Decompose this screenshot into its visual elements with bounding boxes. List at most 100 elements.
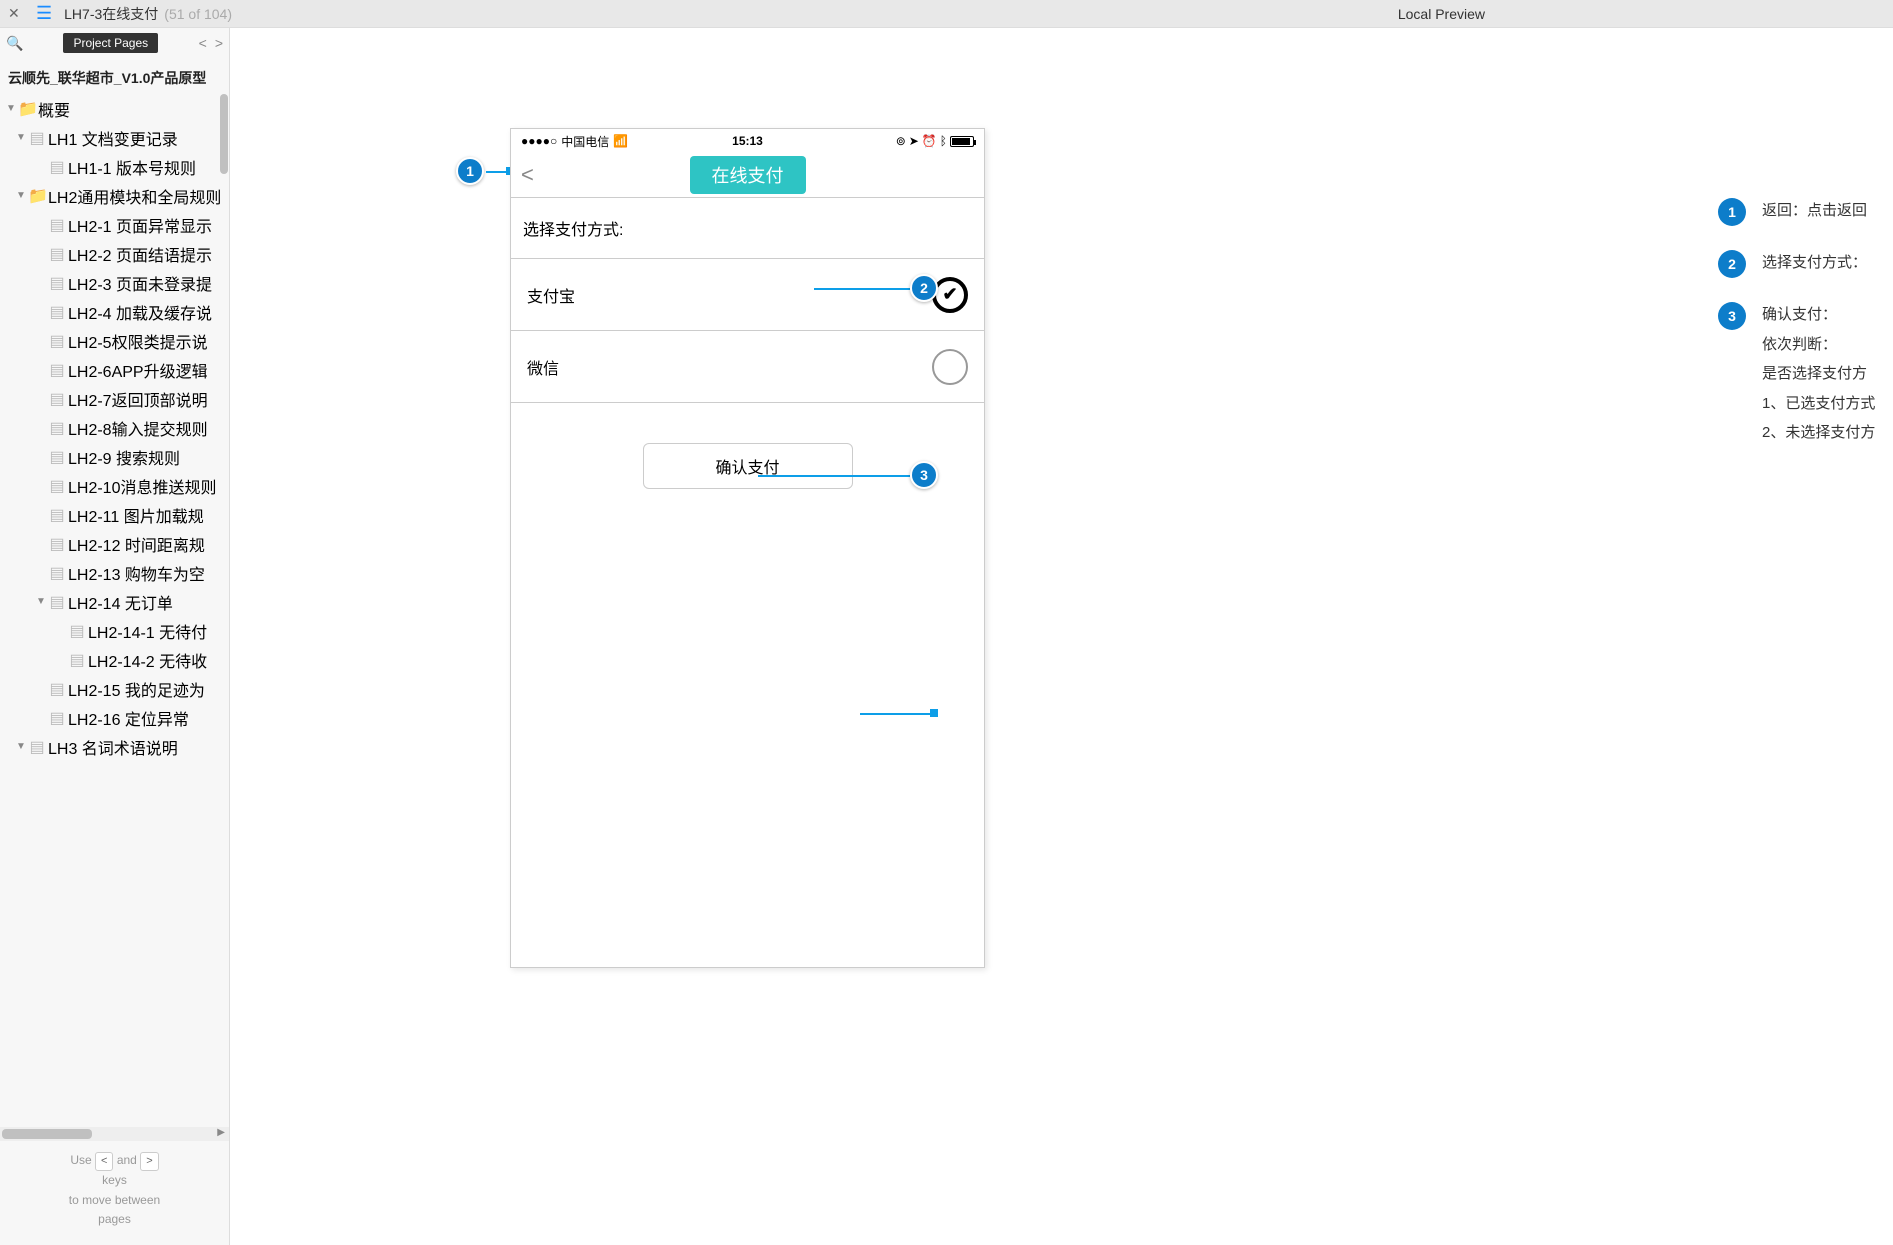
- sidebar-vscrollbar[interactable]: [219, 94, 229, 1127]
- alarm-icon: ⏰: [922, 134, 937, 148]
- tree-item[interactable]: ▤LH2-11 图片加载规: [0, 500, 229, 529]
- tree-caret-icon[interactable]: ▼: [34, 596, 48, 607]
- tree-item-label: LH2-3 页面未登录提: [68, 271, 212, 295]
- annotation-item: 1 返回：点击返回: [1718, 198, 1893, 226]
- tree-item[interactable]: ▤LH2-13 购物车为空: [0, 558, 229, 587]
- page-icon: ▤: [48, 418, 66, 438]
- page-icon: ▤: [48, 331, 66, 351]
- page-icon: ▤: [68, 650, 86, 670]
- radio-icon[interactable]: [932, 277, 968, 313]
- callout-marker-3[interactable]: 3: [910, 461, 938, 489]
- page-icon: ▤: [48, 708, 66, 728]
- tree-item[interactable]: ▼📁LH2通用模块和全局规则: [0, 181, 229, 210]
- tree-item-label: LH2-16 定位异常: [68, 706, 189, 730]
- nav-title: 在线支付: [690, 156, 806, 194]
- page-icon: ▤: [48, 505, 66, 525]
- annotations-panel: 1 返回：点击返回 2 选择支付方式： 3确认支付：依次判断：是否选择支付方1、已选支付…: [1718, 198, 1893, 474]
- tree-item[interactable]: ▤LH2-15 我的足迹为: [0, 674, 229, 703]
- page-icon: ▤: [28, 128, 46, 148]
- tree-item-label: LH2-15 我的足迹为: [68, 677, 205, 701]
- project-pages-pill[interactable]: Project Pages: [63, 33, 158, 53]
- tree-item[interactable]: ▤LH2-6APP升级逻辑: [0, 355, 229, 384]
- tree-item[interactable]: ▤LH2-4 加载及缓存说: [0, 297, 229, 326]
- tree-item-label: LH2-11 图片加载规: [68, 503, 204, 527]
- page-position: (51 of 104): [164, 6, 232, 22]
- annotation-marker[interactable]: 1: [1718, 198, 1746, 226]
- annotation-text: 返回：点击返回: [1762, 198, 1867, 224]
- confirm-pay-button[interactable]: 确认支付: [643, 443, 853, 489]
- carrier-label: 中国电信: [561, 133, 609, 150]
- tree-caret-icon[interactable]: ▼: [14, 190, 28, 201]
- signal-icon: ●●●●○: [521, 134, 557, 148]
- tree-item[interactable]: ▤LH2-3 页面未登录提: [0, 268, 229, 297]
- close-icon[interactable]: ✕: [8, 5, 26, 22]
- tree-item-label: LH2-14-2 无待收: [88, 648, 207, 672]
- tree-caret-icon[interactable]: ▼: [4, 103, 18, 114]
- page-icon: ▤: [28, 737, 46, 757]
- annotation-marker[interactable]: 2: [1718, 250, 1746, 278]
- annotation-text: 选择支付方式：: [1762, 250, 1867, 276]
- right-keycap-icon: >: [140, 1152, 158, 1172]
- page-icon: ▤: [48, 215, 66, 235]
- tree-item[interactable]: ▼▤LH1 文档变更记录: [0, 123, 229, 152]
- page-icon: ▤: [48, 563, 66, 583]
- tree-item[interactable]: ▤LH2-5权限类提示说: [0, 326, 229, 355]
- tree-item[interactable]: ▤LH2-1 页面异常显示: [0, 210, 229, 239]
- tree-item[interactable]: ▤LH1-1 版本号规则: [0, 152, 229, 181]
- sidebar-help-text: Use < and > keys to move between pages: [0, 1141, 229, 1245]
- sidebar-hscrollbar[interactable]: ▶: [0, 1127, 229, 1141]
- top-header: ✕ ☰ LH7-3在线支付 (51 of 104) Local Preview: [0, 0, 1893, 28]
- tree-item[interactable]: ▼▤LH3 名词术语说明: [0, 732, 229, 761]
- page-icon: ▤: [48, 244, 66, 264]
- tree-item[interactable]: ▤LH2-9 搜索规则: [0, 442, 229, 471]
- tree-item[interactable]: ▼▤LH2-14 无订单: [0, 587, 229, 616]
- annotation-item: 3确认支付：依次判断：是否选择支付方1、已选支付方式2、未选择支付方: [1718, 302, 1893, 450]
- battery-icon: [950, 136, 974, 147]
- selection-handle[interactable]: [930, 709, 938, 717]
- page-icon: ▤: [48, 389, 66, 409]
- back-icon[interactable]: <: [521, 162, 534, 188]
- statusbar-time: 15:13: [732, 134, 763, 148]
- tree-item-label: LH1-1 版本号规则: [68, 155, 196, 179]
- callout-marker-2[interactable]: 2: [910, 274, 938, 302]
- tree-item-label: LH2-1 页面异常显示: [68, 213, 212, 237]
- callout-marker-1[interactable]: 1: [456, 157, 484, 185]
- page-title: LH7-3在线支付: [64, 4, 158, 24]
- tree-item[interactable]: ▤LH2-2 页面结语提示: [0, 239, 229, 268]
- radio-icon[interactable]: [932, 349, 968, 385]
- hamburger-icon[interactable]: ☰: [36, 3, 52, 24]
- tree-item[interactable]: ▼📁概要: [0, 94, 229, 123]
- preview-canvas: 1 ●●●●○ 中国电信 📶 15:13 ⊚ ➤ ⏰ ᛒ: [230, 28, 1893, 1245]
- page-icon: ▤: [48, 534, 66, 554]
- tree-item[interactable]: ▤LH2-16 定位异常: [0, 703, 229, 732]
- tree-caret-icon[interactable]: ▼: [14, 741, 28, 752]
- tree-item-label: LH2-6APP升级逻辑: [68, 358, 208, 382]
- payment-option-label: 支付宝: [527, 283, 575, 307]
- tree-item-label: 概要: [38, 97, 70, 121]
- tree-item[interactable]: ▤LH2-10消息推送规则: [0, 471, 229, 500]
- annotation-item: 2 选择支付方式：: [1718, 250, 1893, 278]
- payment-option-row[interactable]: 微信: [511, 331, 984, 403]
- status-bar: ●●●●○ 中国电信 📶 15:13 ⊚ ➤ ⏰ ᛒ: [511, 129, 984, 153]
- next-page-icon[interactable]: >: [215, 35, 223, 51]
- section-label: 选择支付方式:: [511, 197, 984, 259]
- tree-item-label: LH2-12 时间距离规: [68, 532, 205, 556]
- connector-line: [758, 475, 910, 477]
- phone-mockup: ●●●●○ 中国电信 📶 15:13 ⊚ ➤ ⏰ ᛒ < 在线支付 选择支付方式…: [510, 128, 985, 968]
- tree-item[interactable]: ▤LH2-12 时间距离规: [0, 529, 229, 558]
- page-icon: ▤: [48, 592, 66, 612]
- tree-item[interactable]: ▤LH2-14-1 无待付: [0, 616, 229, 645]
- sidebar: 🔍 Project Pages < > 云顺先_联华超市_V1.0产品原型 ▼📁…: [0, 28, 230, 1245]
- annotation-marker[interactable]: 3: [1718, 302, 1746, 330]
- tree-item-label: LH2-14-1 无待付: [88, 619, 207, 643]
- page-tree: ▼📁概要▼▤LH1 文档变更记录▤LH1-1 版本号规则▼📁LH2通用模块和全局…: [0, 94, 229, 761]
- page-icon: ▤: [48, 157, 66, 177]
- tree-item-label: LH2-9 搜索规则: [68, 445, 180, 469]
- page-icon: ▤: [48, 447, 66, 467]
- tree-item[interactable]: ▤LH2-7返回顶部说明: [0, 384, 229, 413]
- tree-caret-icon[interactable]: ▼: [14, 132, 28, 143]
- tree-item[interactable]: ▤LH2-14-2 无待收: [0, 645, 229, 674]
- prev-page-icon[interactable]: <: [199, 35, 207, 51]
- tree-item[interactable]: ▤LH2-8输入提交规则: [0, 413, 229, 442]
- search-icon[interactable]: 🔍: [6, 35, 23, 52]
